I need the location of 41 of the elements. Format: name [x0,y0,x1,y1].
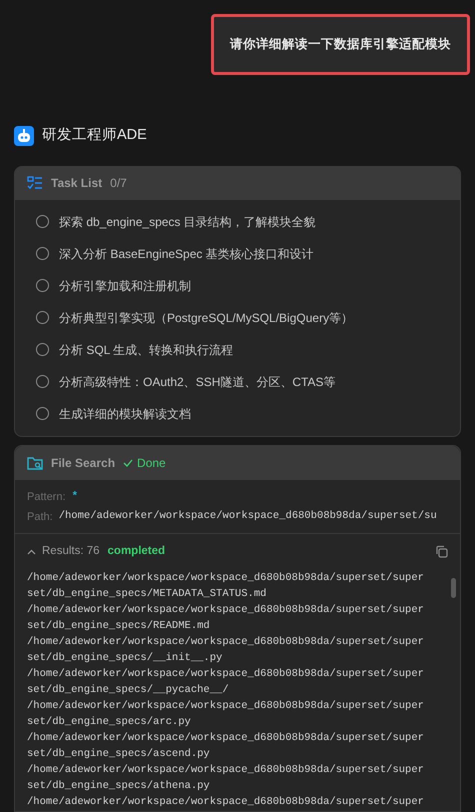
folder-search-icon [27,456,43,470]
task-text: 分析高级特性：OAuth2、SSH隧道、分区、CTAS等 [59,374,336,390]
result-line: set/db_engine_specs/README.md [27,618,211,634]
result-line: /home/adeworker/workspace/workspace_d680b08b98da/superset/super [27,666,425,682]
task-text: 分析典型引擎实现（PostgreSQL/MySQL/BigQuery等） [59,310,354,326]
agent-name: 研发工程师ADE [42,126,147,145]
field-label: Path: [27,510,53,525]
task-text: 生成详细的模块解读文档 [59,406,191,422]
result-line: set/db_engine_specs/__init__.py [27,650,224,666]
robot-icon [14,126,34,146]
scrollbar-thumb[interactable] [450,578,456,598]
result-line: set/db_engine_specs/__pycache__/ [27,682,230,698]
task-count: 0/7 [110,175,127,192]
caret-icon[interactable] [27,548,36,554]
pattern-value: * [72,490,78,504]
result-line: /home/adeworker/workspace/workspace_d680b08b98da/superset/super [27,570,425,586]
result-line: set/db_engine_specs/arc.py [27,714,192,730]
status-text: Done [137,454,166,472]
result-line: /home/adeworker/workspace/workspace_d680b08b98da/superset/super [27,730,425,746]
field-label: Pattern: [27,490,66,504]
task-text: 深入分析 BaseEngineSpec 基类核心接口和设计 [59,246,314,262]
result-line: set/db_engine_specs/athena.py [27,778,211,794]
task-text: 分析 SQL 生成、转换和执行流程 [59,342,234,358]
check-icon [123,458,134,466]
path-value: /home/adeworker/workspace/workspace_d680b08b98da/superset/su [58,509,437,524]
results-count: Results: 76 [42,544,100,559]
result-line: /home/adeworker/workspace/workspace_d680b08b98da/superset/super [27,634,425,650]
result-line: set/db_engine_specs/METADATA_STATUS.md [27,586,268,602]
result-line: set/db_engine_specs/ascend.py [27,746,211,762]
checklist-icon [27,176,43,190]
panel-title: Task List [51,175,102,192]
results-status: completed [108,544,166,559]
result-line: /home/adeworker/workspace/workspace_d680b08b98da/superset/super [27,794,425,810]
copy-icon[interactable] [435,545,448,558]
result-line: /home/adeworker/workspace/workspace_d680b08b98da/superset/super [27,602,425,618]
result-line: /home/adeworker/workspace/workspace_d680b08b98da/superset/super [27,698,425,714]
task-text: 分析引擎加载和注册机制 [59,278,191,294]
message-bubble: 请你详细解读一下数据库引擎适配模块 [211,14,470,75]
task-text: 探索 db_engine_specs 目录结构，了解模块全貌 [59,214,316,230]
result-line: /home/adeworker/workspace/workspace_d680b08b98da/superset/super [27,762,425,778]
panel-title: File Search [51,454,116,472]
